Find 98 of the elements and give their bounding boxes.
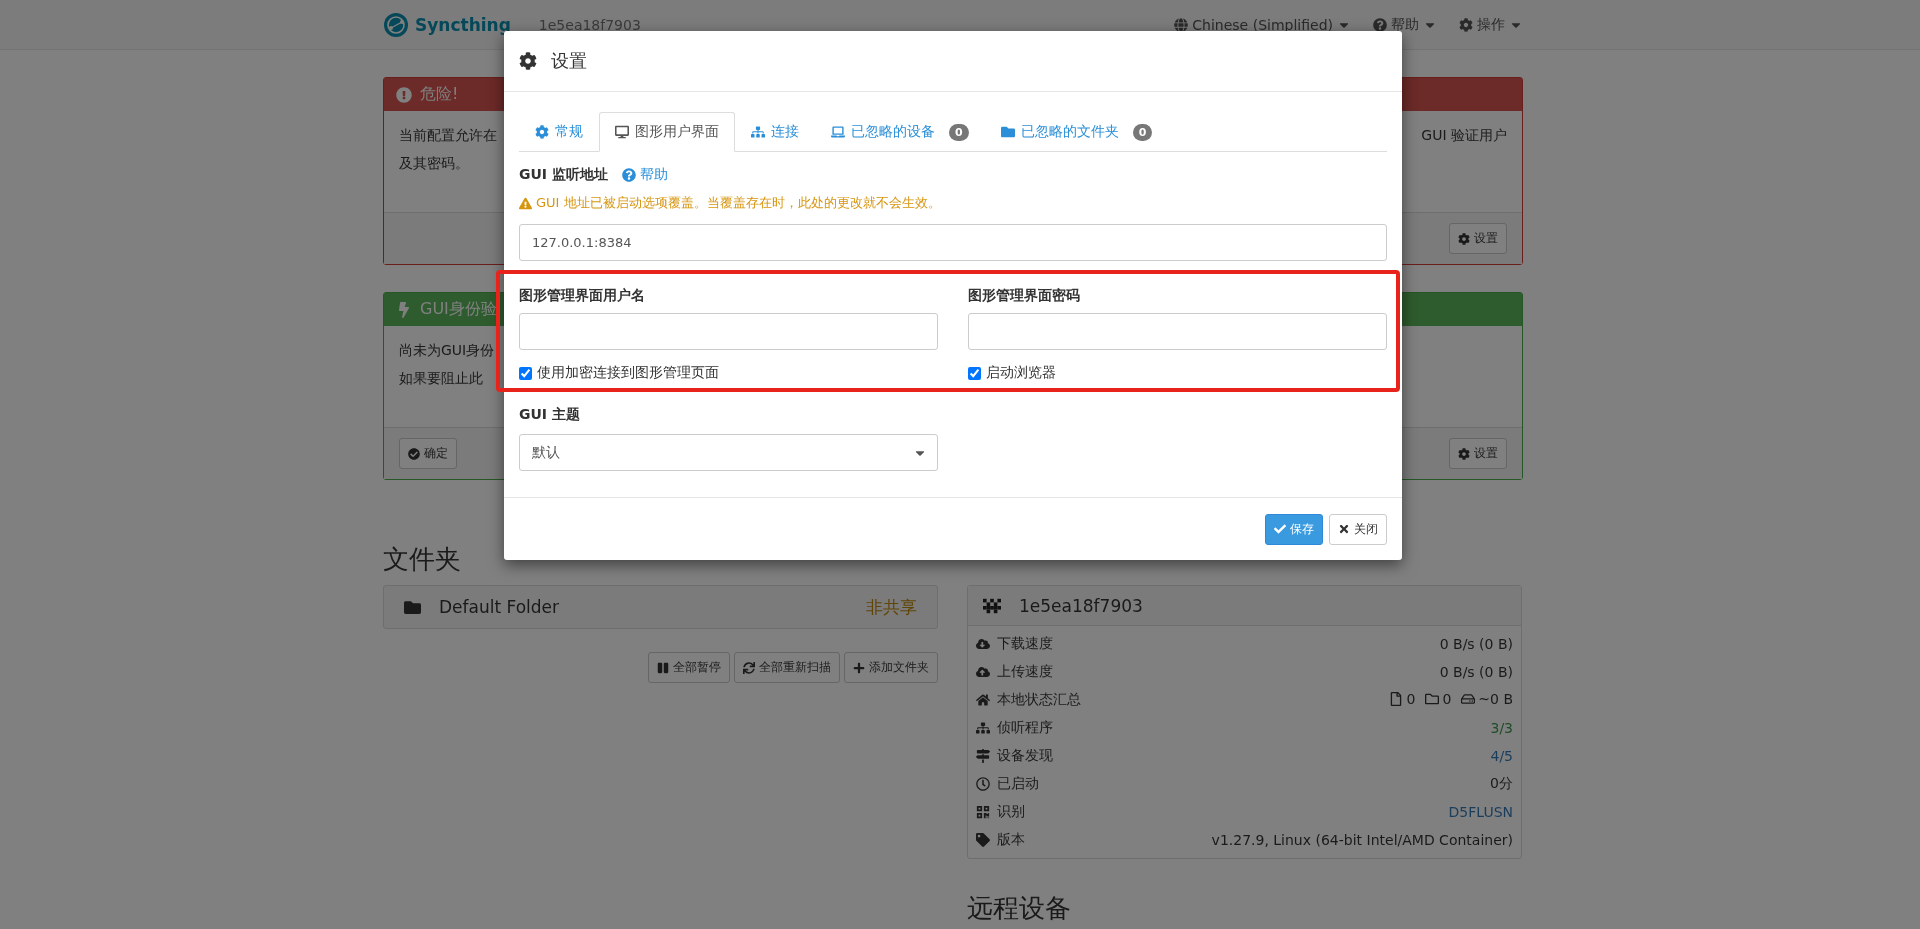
- settings-tab[interactable]: 已忽略的文件夹 0: [984, 112, 1169, 152]
- stat-label: 已启动: [997, 775, 1039, 793]
- identicon-icon: [983, 596, 1001, 615]
- cloud-download-icon: [976, 637, 990, 651]
- stat-value: 4/5: [1490, 748, 1513, 764]
- help-icon: [1373, 18, 1387, 32]
- qr-code-icon: [976, 805, 990, 819]
- hard-drive-icon: [1461, 692, 1476, 706]
- stat-value: 0: [1442, 691, 1452, 707]
- folder-action-button[interactable]: 全部暂停: [648, 652, 730, 683]
- plus-icon: [853, 661, 865, 674]
- tag-icon: [976, 833, 990, 847]
- folder-status: 非共享: [866, 595, 917, 619]
- alert-text: 尚未为GUI身份: [399, 341, 495, 360]
- refresh-icon: [743, 661, 755, 674]
- check-icon: [1274, 523, 1286, 535]
- help-icon: [621, 168, 636, 182]
- checkbox[interactable]: [519, 366, 532, 380]
- alert-title: 危险!: [420, 84, 459, 105]
- globe-icon: [1174, 18, 1189, 32]
- settings-button[interactable]: 设置: [1449, 438, 1507, 469]
- monitor-icon: [615, 125, 629, 139]
- field-label: 图形管理界面密码: [968, 287, 1081, 305]
- stat-label: 下载速度: [997, 635, 1053, 653]
- folder-name: Default Folder: [439, 597, 560, 617]
- stat-label: 上传速度: [997, 663, 1053, 681]
- checkbox[interactable]: [968, 366, 981, 380]
- close-button[interactable]: 关闭: [1329, 513, 1387, 545]
- stat-label: 设备发现: [997, 747, 1053, 765]
- stat-label: 侦听程序: [997, 719, 1053, 737]
- nav-menu[interactable]: Chinese (Simplified): [1174, 17, 1351, 33]
- settings-tab[interactable]: 连接: [735, 112, 815, 152]
- help-link[interactable]: 帮助: [621, 166, 668, 184]
- signpost-icon: [976, 749, 990, 763]
- bolt-icon: [396, 301, 412, 318]
- exclamation-icon: [396, 86, 412, 103]
- settings-tab[interactable]: 常规: [519, 112, 599, 152]
- folder-action-button[interactable]: 全部重新扫描: [734, 652, 840, 683]
- file-icon: [1389, 692, 1404, 706]
- stat-value: ~0 B: [1478, 691, 1513, 707]
- folder-icon: [1000, 125, 1015, 139]
- stat-value: 0 B/s (0 B): [1439, 636, 1513, 652]
- warning-text: GUI 地址已被启动选项覆盖。当覆盖存在时，此处的更改就不会生效。: [536, 194, 941, 212]
- laptop-icon: [831, 125, 845, 139]
- settings-button[interactable]: 设置: [1449, 223, 1507, 254]
- logo-icon: [383, 12, 409, 38]
- checkbox-label: 启动浏览器: [986, 364, 1056, 382]
- stat-value: v1.27.9, Linux (64-bit Intel/AMD Container): [1211, 832, 1513, 848]
- warning-icon: [519, 196, 532, 210]
- stat-value: 3/3: [1490, 720, 1513, 736]
- stat-label: 版本: [997, 831, 1025, 849]
- address-field[interactable]: 127.0.0.1:8384: [519, 224, 1387, 261]
- alert-text: 及其密码。: [399, 154, 470, 173]
- alert-text: 当前配置允许在: [399, 126, 497, 145]
- section-heading: 远程设备: [967, 892, 1072, 922]
- sitemap-icon: [976, 721, 990, 735]
- folder-row[interactable]: Default Folder 非共享: [383, 585, 938, 629]
- folder-icon: [1425, 692, 1440, 706]
- theme-select[interactable]: 默认: [519, 434, 938, 471]
- folder-action-button[interactable]: 添加文件夹: [844, 652, 938, 683]
- device-name: 1e5ea18f7903: [1019, 595, 1143, 616]
- gear-icon: [535, 125, 549, 139]
- stat-value: D5FLUSN: [1448, 804, 1513, 820]
- stat-label: 本地状态汇总: [997, 691, 1081, 709]
- username-field[interactable]: [519, 313, 938, 350]
- alert-text: GUI 验证用户: [1421, 126, 1507, 145]
- sitemap-icon: [751, 125, 765, 139]
- stat-label: 识别: [997, 803, 1025, 821]
- gear-icon: [1458, 447, 1470, 460]
- password-field[interactable]: [968, 313, 1387, 350]
- checkbox-label: 使用加密连接到图形管理页面: [537, 364, 719, 382]
- close-icon: [1338, 523, 1350, 535]
- clock-icon: [976, 777, 990, 791]
- gear-icon: [1458, 232, 1470, 245]
- nav-menu[interactable]: 操作: [1459, 16, 1523, 34]
- settings-tab[interactable]: 已忽略的设备 0: [815, 112, 985, 152]
- home-icon: [976, 693, 990, 707]
- dialog-title: 设置: [551, 49, 587, 73]
- alert-title: GUI身份验: [420, 299, 497, 320]
- stat-value: 0: [1406, 691, 1416, 707]
- stat-value: 0 B/s (0 B): [1439, 664, 1513, 680]
- field-label: GUI 监听地址: [519, 166, 608, 184]
- gear-icon: [519, 52, 537, 70]
- stat-value: 0分: [1490, 775, 1513, 793]
- device-name: 1e5ea18f7903: [538, 17, 641, 33]
- brand-name: Syncthing: [415, 15, 511, 35]
- ok-button[interactable]: 确定: [399, 438, 457, 469]
- cloud-upload-icon: [976, 665, 990, 679]
- field-label: 图形管理界面用户名: [519, 287, 646, 305]
- nav-menu[interactable]: 帮助: [1373, 16, 1437, 34]
- field-label: GUI 主题: [519, 406, 581, 424]
- folder-icon: [404, 598, 421, 616]
- gear-icon: [1459, 18, 1473, 32]
- section-heading: 文件夹: [383, 543, 462, 573]
- save-button[interactable]: 保存: [1265, 513, 1323, 545]
- alert-text: 如果要阻止此: [399, 369, 484, 388]
- settings-tab[interactable]: 图形用户界面: [599, 112, 735, 152]
- pause-icon: [657, 661, 669, 674]
